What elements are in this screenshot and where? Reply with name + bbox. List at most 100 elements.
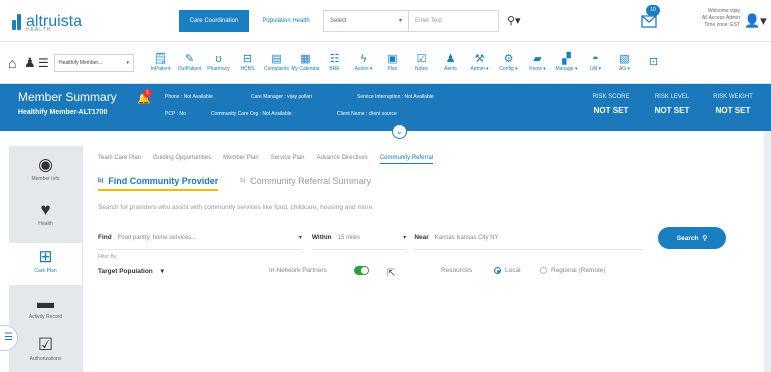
find-input[interactable]: Food pantry, home services... — [118, 235, 197, 241]
search-icon: ⚲ — [702, 235, 708, 242]
outpatient-icon: ✎ — [184, 53, 195, 65]
community-care-org-info: Community Care Org : Not Available — [211, 111, 292, 117]
tool-manage[interactable]: ▞ Manage ▾ — [552, 53, 581, 72]
search-description: Search for providers who assist with com… — [98, 204, 375, 211]
in-network-partners-label: In-Network Partners — [269, 267, 327, 274]
within-label: Within — [311, 234, 332, 241]
tool-label: BRE — [329, 66, 340, 72]
chevron-down-icon: ▾ — [126, 59, 129, 66]
calendar-icon: ▦ — [300, 53, 311, 65]
tool-inpatient[interactable]: 🗒 InPatient — [146, 53, 175, 72]
module-toolbar: ⌂ ♟ ☰ Healthify Member... ▾ 🗒 InPatient ✎… — [0, 42, 771, 84]
risk-level-label: RISK LEVEL — [654, 94, 690, 100]
sidebar-item-activity-record[interactable]: ▬ Activity Record — [9, 294, 82, 334]
messages-button[interactable]: 10 — [641, 5, 661, 30]
tab-find-community-provider[interactable]: ᵇʲ Find Community Provider — [98, 176, 219, 191]
member-select[interactable]: Healthify Member... ▾ — [54, 53, 134, 72]
search-icon[interactable]: ⚲▾ — [507, 14, 521, 27]
tool-label: Util ▾ — [589, 66, 602, 72]
radio-label: Local — [505, 267, 521, 274]
tool-bre[interactable]: ☷ BRE — [320, 53, 349, 72]
member-summary-bar: Member Summary Healthify Member-ALT1700 … — [0, 84, 771, 139]
near-field[interactable]: Near Kansas Kansas City NY — [414, 226, 644, 250]
tool-util[interactable]: ◓ Util ▾ — [581, 53, 610, 72]
target-population-dropdown[interactable]: Target Population ▾ — [98, 267, 164, 275]
radio-label: Regional (Remote) — [551, 267, 606, 274]
sidebar-item-member-info[interactable]: ◉ Member Info — [9, 156, 82, 198]
expand-summary-chevron-icon[interactable]: ⌄ — [392, 124, 407, 139]
near-input[interactable]: Kansas Kansas City NY — [435, 235, 499, 241]
tool-outpatient[interactable]: ✎ OutPatient — [175, 53, 204, 72]
welcome-line: Time zone: EST — [704, 22, 740, 28]
tool-complaints[interactable]: ▤ Complaints — [262, 53, 291, 72]
sidebar-item-health[interactable]: ♥ Health — [9, 201, 82, 241]
within-select[interactable]: 15 miles — [338, 235, 360, 241]
tool-my-calendar[interactable]: ▦ My Calendar — [291, 53, 320, 72]
tab-label: Find Community Provider — [108, 176, 219, 186]
search-category-select[interactable]: Select ▾ — [323, 9, 409, 32]
member-select-value: Healthify Member... — [59, 59, 103, 66]
sidebar-item-care-plan[interactable]: ⊞ Care Plan — [9, 243, 82, 285]
more-tools-button[interactable]: ⊡ — [639, 56, 668, 69]
notification-badge: 1 — [143, 89, 152, 98]
tool-ag[interactable]: ▧ AG ▾ — [610, 53, 639, 72]
tool-action[interactable]: ϟ Action ▾ — [349, 53, 378, 72]
member-summary-title: Member Summary — [18, 90, 117, 104]
tool-hcbs[interactable]: ⊟ HCBS — [233, 53, 262, 72]
client-name-info: Client Name : client source — [337, 111, 397, 117]
resource-option-regional[interactable]: Regional (Remote) — [540, 267, 606, 274]
subtab-team-care-plan[interactable]: Team Care Plan — [98, 155, 141, 164]
subtab-member-plan[interactable]: Member Plan — [223, 155, 259, 164]
pharmacy-icon: ʊ — [215, 53, 222, 65]
tool-plan[interactable]: ▣ Plan — [378, 53, 407, 72]
within-field[interactable]: Within 15 miles ▾ — [311, 226, 407, 250]
risk-weight: RISK WEIGHT NOT SET — [705, 94, 761, 115]
subtab-guiding-opportunities[interactable]: Guiding Opportunities — [153, 155, 211, 164]
target-population-label: Target Population — [98, 268, 153, 275]
in-network-partners-toggle[interactable] — [354, 266, 369, 275]
tool-label: Notes — [414, 66, 429, 72]
search-button-label: Search — [676, 234, 699, 242]
sidebar-item-label: Authorizations — [29, 356, 62, 362]
altruista-logo[interactable]: altruista HEALTH — [0, 12, 170, 33]
home-icon[interactable]: ⌂ — [8, 55, 24, 71]
subtab-service-plan[interactable]: Service Plan — [271, 155, 305, 164]
tool-admin[interactable]: ⚒ Admin ▾ — [465, 53, 494, 72]
tab-care-coordination[interactable]: Care Coordination — [179, 9, 249, 32]
tool-notes[interactable]: ☑ Notes — [407, 53, 436, 72]
find-field[interactable]: Find Food pantry, home services... ▾ — [98, 226, 302, 250]
search-button[interactable]: Search ⚲ — [658, 227, 726, 249]
user-menu-icon[interactable]: 👤▾ — [744, 13, 767, 29]
notifications-button[interactable]: 🔔 1 — [137, 89, 153, 106]
risk-score-value: NOT SET — [593, 106, 629, 115]
ag-icon: ▧ — [619, 53, 630, 65]
search-input[interactable]: Enter Text — [409, 9, 499, 32]
tab-community-referral-summary[interactable]: ᵇʲ Community Referral Summary — [240, 176, 371, 191]
list-icon[interactable]: ☰ — [38, 56, 52, 70]
member-name: Healthify Member-ALT1700 — [18, 109, 108, 116]
mouse-cursor-icon: ⇱ — [387, 268, 396, 279]
sidebar-item-authorizations[interactable]: ☑ Authorizations — [9, 336, 82, 372]
tool-know[interactable]: ▰ Know ▾ — [523, 53, 552, 72]
config-icon: ⚙ — [503, 53, 514, 65]
person-icon[interactable]: ♟ — [24, 55, 38, 71]
sidebar-item-label: Health — [38, 221, 53, 227]
subtab-community-referral[interactable]: Community Referral — [379, 155, 434, 164]
resource-option-local[interactable]: Local — [494, 267, 521, 274]
tool-label: Know ▾ — [529, 66, 546, 72]
tool-label: AG ▾ — [618, 66, 631, 72]
tool-alerts[interactable]: ♟ Alerts — [436, 53, 465, 72]
top-header: altruista HEALTH Care Coordination Popul… — [0, 0, 771, 42]
bre-icon: ☷ — [329, 53, 340, 65]
pcp-info: PCP : No — [165, 111, 186, 117]
left-sidebar: ◉ Member Info ♥ Health ⊞ Care Plan ▬ Act… — [9, 146, 82, 372]
provider-tabs: ᵇʲ Find Community Provider ᵇʲ Community … — [98, 176, 371, 191]
tab-population-health[interactable]: Population Health — [249, 10, 323, 32]
tool-config[interactable]: ⚙ Config ▾ — [494, 53, 523, 72]
tool-pharmacy[interactable]: ʊ Pharmacy — [204, 53, 233, 72]
search-category-value: Select — [330, 17, 347, 24]
main-content: Team Care Plan Guiding Opportunities Mem… — [82, 146, 764, 372]
activity-record-icon: ▬ — [37, 293, 54, 312]
subtab-advance-directives[interactable]: Advance Directives — [316, 155, 367, 164]
welcome-text: Welcome vijay All Access Admin Time zone… — [678, 8, 740, 29]
